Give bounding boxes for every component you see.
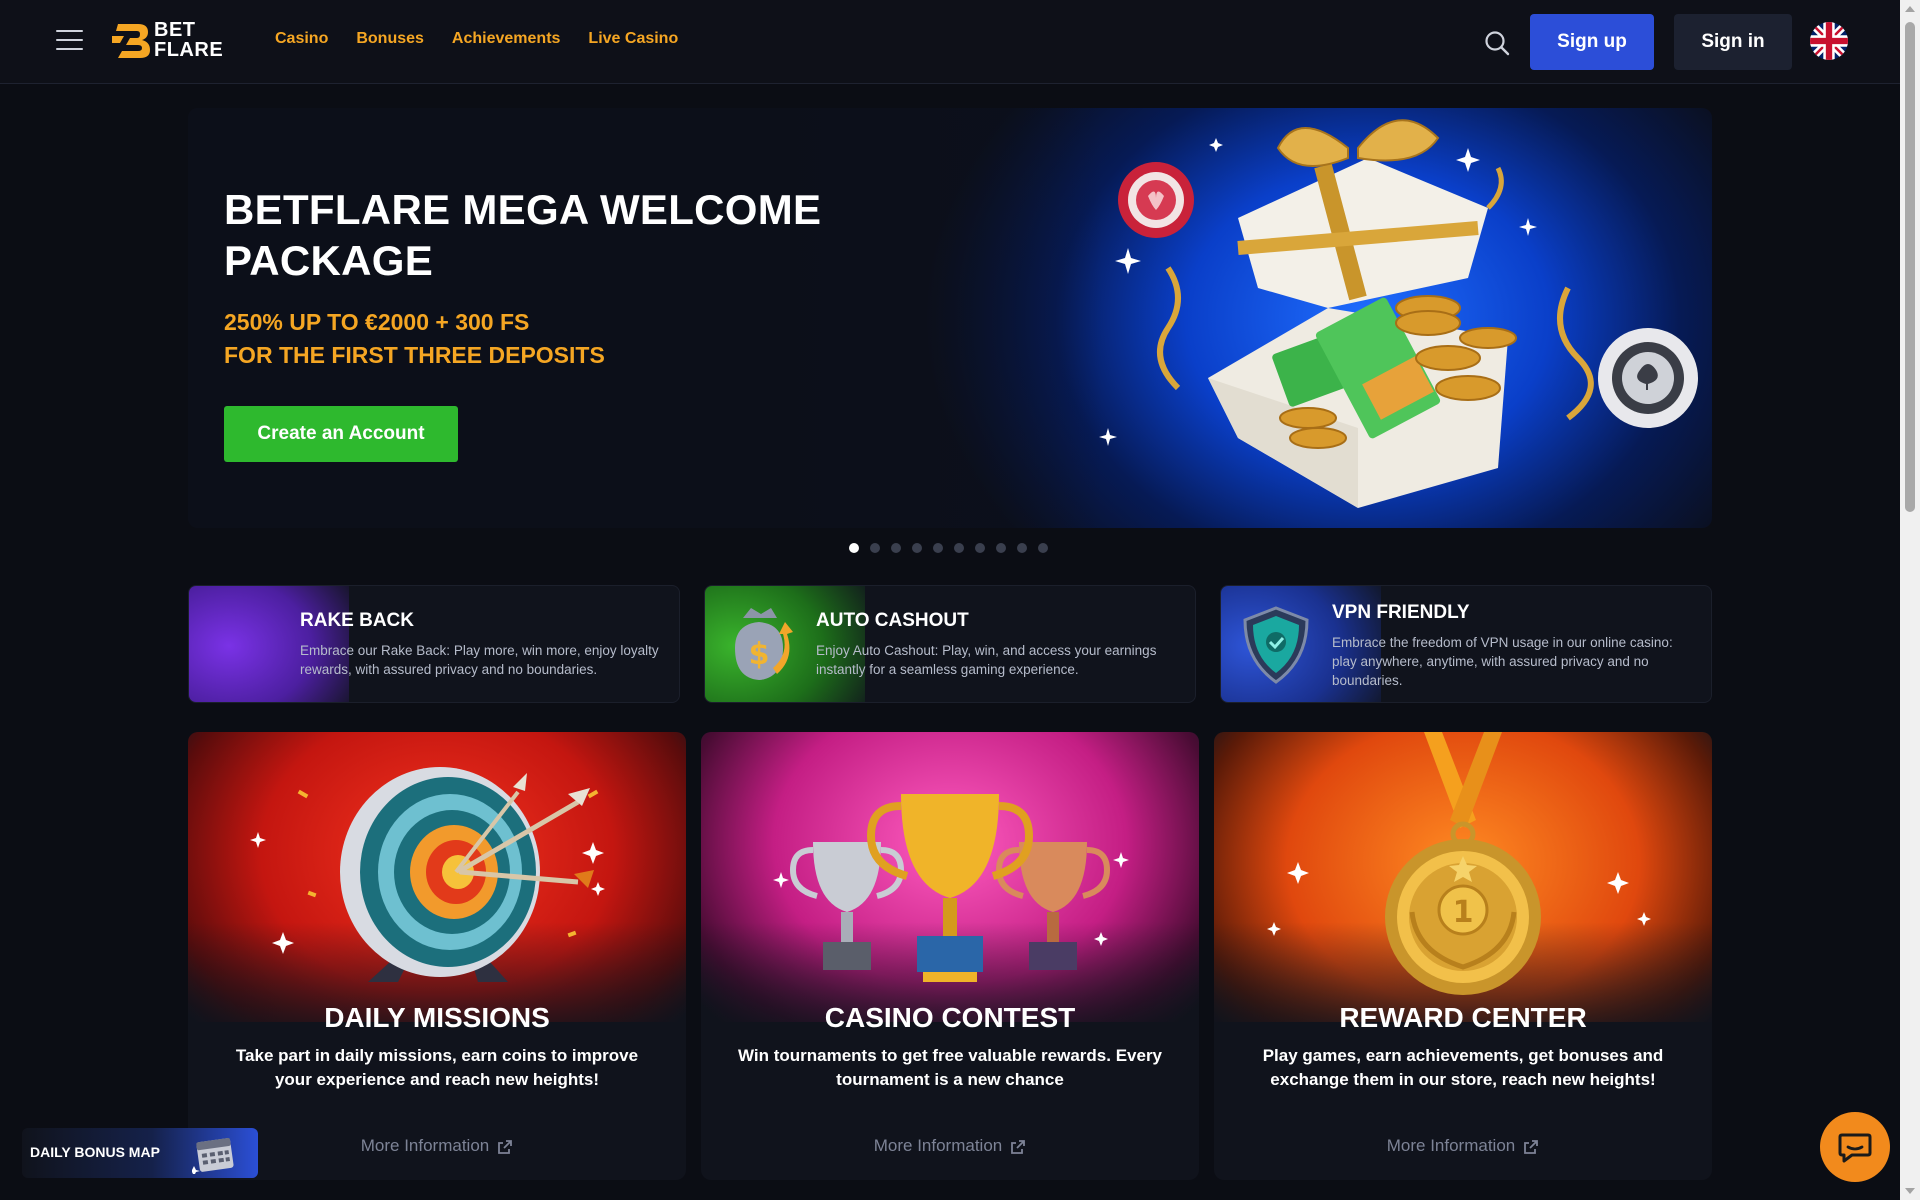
daily-bonus-map-button[interactable]: DAILY BONUS MAP	[22, 1128, 258, 1178]
search-icon[interactable]	[1484, 30, 1510, 56]
hero-subtitle-line1: 250% UP TO €2000 + 300 FS	[224, 309, 530, 335]
feature-description: Embrace the freedom of VPN usage in our …	[1332, 635, 1673, 688]
logo-text-bet: BET	[154, 19, 196, 41]
card-description: Play games, earn achievements, get bonus…	[1262, 1046, 1664, 1089]
carousel-dot[interactable]	[1038, 543, 1048, 553]
carousel-dot[interactable]	[996, 543, 1006, 553]
hero-title: BETFLARE MEGA WELCOME PACKAGE	[224, 186, 822, 284]
sign-in-button[interactable]: Sign in	[1674, 14, 1792, 70]
target-arrow-illustration	[250, 767, 605, 982]
scroll-up-arrow-icon[interactable]	[1905, 6, 1915, 12]
money-bag-icon: $	[735, 608, 793, 680]
daily-bonus-map-label: DAILY BONUS MAP	[30, 1144, 160, 1160]
more-information-link[interactable]: More Information	[701, 1136, 1199, 1156]
hamburger-menu-icon[interactable]	[56, 30, 83, 52]
logo-text-flare: FLARE	[154, 39, 224, 61]
more-information-label: More Information	[360, 1136, 490, 1155]
live-chat-button[interactable]	[1820, 1112, 1890, 1182]
hero-content: BETFLARE MEGA WELCOME PACKAGE 250% UP TO…	[224, 184, 864, 462]
carousel-dot[interactable]	[870, 543, 880, 553]
card-description: Win tournaments to get free valuable rew…	[737, 1046, 1163, 1089]
chat-bubble-icon	[1838, 1133, 1872, 1163]
carousel-dot[interactable]	[1017, 543, 1027, 553]
hero-subtitle: 250% UP TO €2000 + 300 FS FOR THE FIRST …	[224, 306, 864, 372]
page-scrollbar[interactable]	[1900, 0, 1920, 1200]
nav-achievements[interactable]: Achievements	[452, 30, 561, 48]
external-link-icon	[1011, 1139, 1026, 1154]
carousel-dot[interactable]	[975, 543, 985, 553]
card-title: REWARD CENTER	[1339, 1002, 1587, 1033]
carousel-dot[interactable]	[891, 543, 901, 553]
site-header: BET FLARE Casino Bonuses Achievements Li…	[0, 0, 1900, 84]
feature-title: RAKE BACK	[300, 610, 414, 631]
hero-subtitle-line2: FOR THE FIRST THREE DEPOSITS	[224, 342, 605, 368]
carousel-dot[interactable]	[849, 543, 859, 553]
feature-vpn-friendly[interactable]: VPN FRIENDLY Embrace the freedom of VPN …	[1220, 585, 1712, 703]
scroll-down-arrow-icon[interactable]	[1905, 1188, 1915, 1194]
more-information-link[interactable]: More Information	[188, 1136, 686, 1156]
card-casino-contest[interactable]: CASINO CONTEST Win tournaments to get fr…	[701, 732, 1199, 1180]
more-information-label: More Information	[873, 1136, 1003, 1155]
sign-up-button[interactable]: Sign up	[1530, 14, 1654, 70]
main-nav: Casino Bonuses Achievements Live Casino	[275, 30, 678, 48]
gold-medal-illustration: 1	[1267, 732, 1651, 995]
external-link-icon	[498, 1139, 513, 1154]
create-account-button[interactable]: Create an Account	[224, 406, 458, 462]
card-title: CASINO CONTEST	[824, 1002, 1076, 1033]
trophies-illustration	[773, 794, 1129, 982]
uk-flag-icon[interactable]	[1810, 22, 1848, 60]
svg-text:1: 1	[1453, 895, 1474, 930]
nav-casino[interactable]: Casino	[275, 30, 328, 48]
card-title: DAILY MISSIONS	[324, 1002, 550, 1033]
carousel-dot[interactable]	[954, 543, 964, 553]
nav-live-casino[interactable]: Live Casino	[588, 30, 678, 48]
svg-text:$: $	[749, 637, 770, 672]
card-reward-center[interactable]: 1 REWARD CENTER Play games, earn achieve…	[1214, 732, 1712, 1180]
external-link-icon	[1524, 1139, 1539, 1154]
logo-mark-icon	[112, 24, 150, 58]
feature-title: AUTO CASHOUT	[816, 610, 969, 631]
hero-banner[interactable]: BETFLARE MEGA WELCOME PACKAGE 250% UP TO…	[188, 108, 1712, 528]
feature-title: VPN FRIENDLY	[1332, 602, 1470, 623]
scroll-thumb[interactable]	[1905, 22, 1915, 512]
shield-icon	[1243, 606, 1309, 684]
more-information-link[interactable]: More Information	[1214, 1136, 1712, 1156]
card-daily-missions[interactable]: DAILY MISSIONS Take part in daily missio…	[188, 732, 686, 1180]
feature-description: Embrace our Rake Back: Play more, win mo…	[300, 643, 659, 677]
gift-box-illustration	[1099, 119, 1698, 508]
feature-description: Enjoy Auto Cashout: Play, win, and acces…	[816, 643, 1157, 677]
calendar-icon	[192, 1138, 234, 1174]
card-description: Take part in daily missions, earn coins …	[235, 1046, 639, 1089]
carousel-dots	[849, 543, 1048, 553]
betflare-logo[interactable]: BET FLARE	[112, 18, 223, 62]
nav-bonuses[interactable]: Bonuses	[356, 30, 424, 48]
carousel-dot[interactable]	[912, 543, 922, 553]
carousel-dot[interactable]	[933, 543, 943, 553]
feature-auto-cashout[interactable]: $ AUTO CASHOUT Enjoy Auto Cashout: Play,…	[704, 585, 1196, 703]
feature-rake-back[interactable]: RAKE BACK Embrace our Rake Back: Play mo…	[188, 585, 680, 703]
more-information-label: More Information	[1386, 1136, 1516, 1155]
